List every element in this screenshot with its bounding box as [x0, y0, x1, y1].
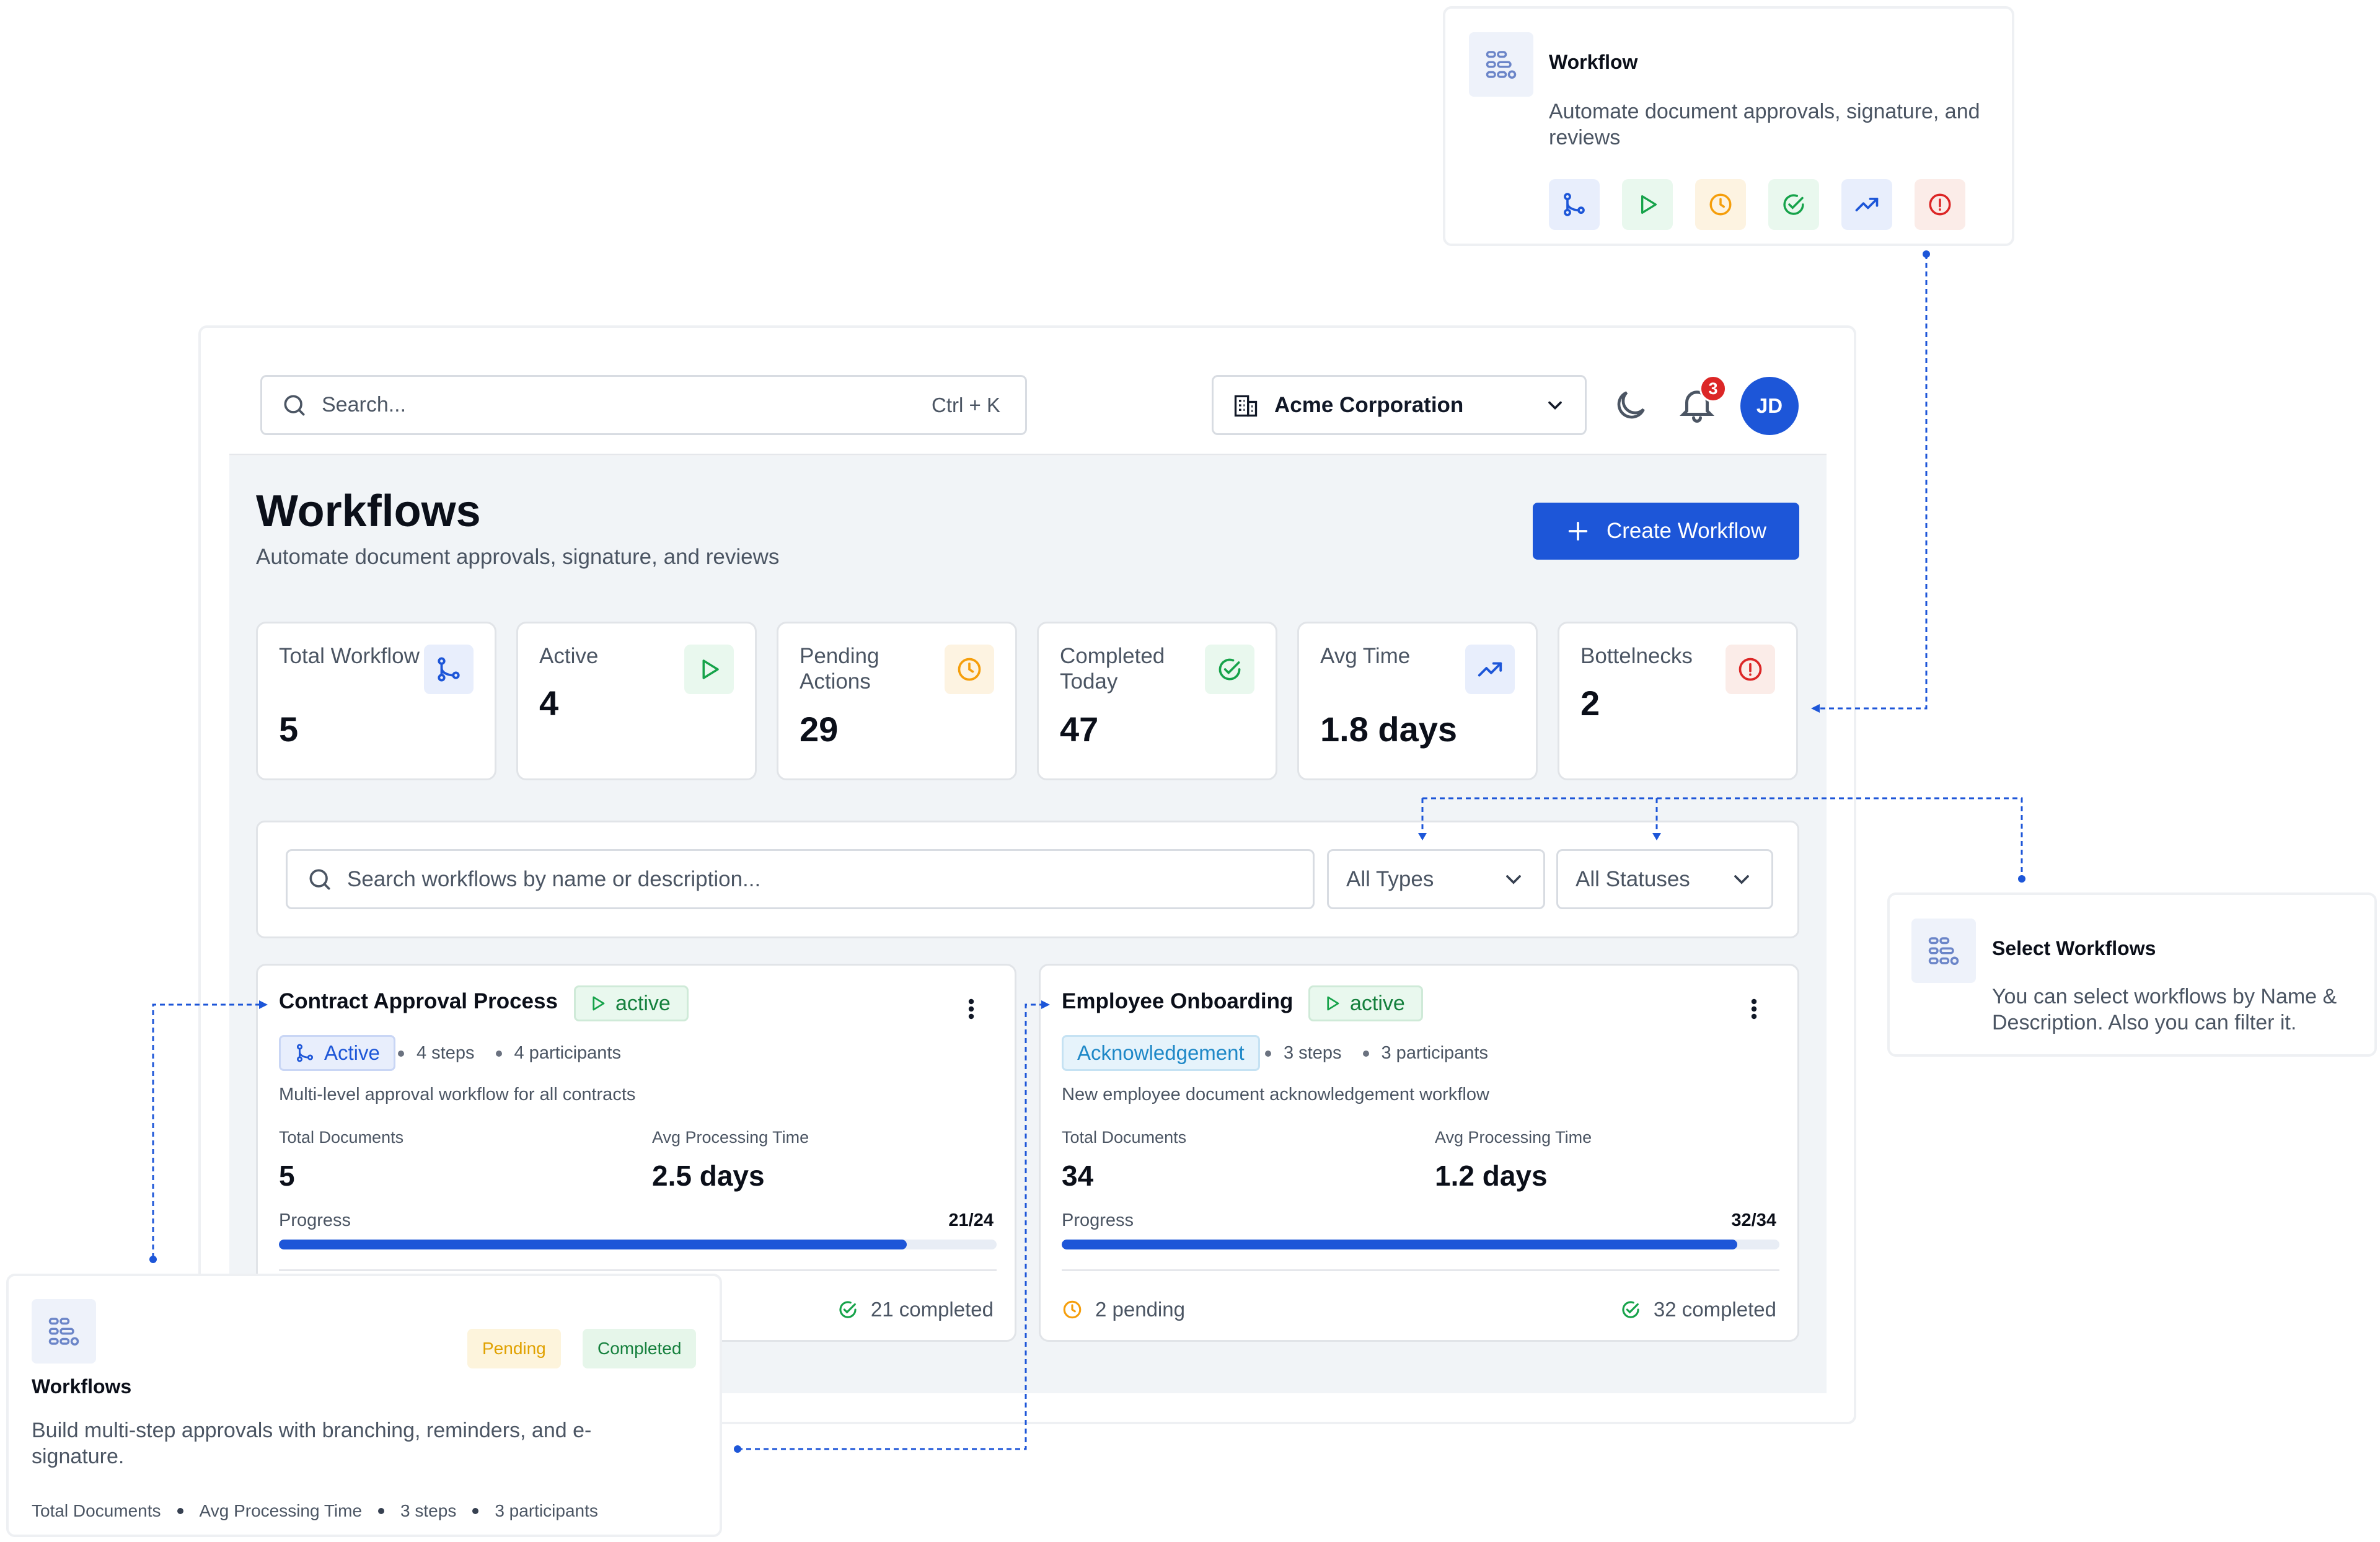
connector-arrowhead: [1652, 833, 1661, 840]
callout-text: Build multi-step approvals with branchin…: [32, 1419, 592, 1468]
connector-arrowhead: [1418, 833, 1427, 840]
connector-dot: [734, 1445, 741, 1453]
connector-card1-callout: [152, 1003, 260, 1258]
callout-text: Automate document approvals, signature, …: [1549, 100, 1980, 149]
connector-arrowhead: [1811, 704, 1820, 713]
callout-text: You can select workflows by Name & Descr…: [1992, 985, 2337, 1034]
connector-dot: [2018, 875, 2025, 883]
meta-item: 3 participants: [495, 1501, 598, 1520]
select-workflows-callout: Select Workflows You can select workflow…: [1887, 892, 2377, 1057]
workflows-info-callout: Pending Completed Workflows Build multi-…: [6, 1274, 722, 1537]
callout-title: Workflow: [1549, 51, 1638, 73]
trending-up-icon: [1841, 179, 1892, 230]
connector-arrowhead: [1041, 1000, 1050, 1009]
workflow-thumb-icon: [1469, 32, 1533, 97]
clock-icon: [1695, 179, 1746, 230]
connector-dot: [1923, 250, 1930, 258]
workflow-thumb-icon: [1911, 919, 1976, 983]
pending-chip: Pending: [467, 1329, 561, 1368]
git-branch-icon: [1549, 179, 1600, 230]
callout-title: Workflows: [32, 1375, 132, 1398]
connector-card2-callout: [738, 1003, 1042, 1450]
callout-title: Select Workflows: [1992, 937, 2156, 959]
connector-workflow-callout: [1819, 254, 1928, 710]
check-circle-icon: [1768, 179, 1819, 230]
meta-item: Avg Processing Time: [199, 1501, 363, 1520]
callout-meta: Total Documents Avg Processing Time 3 st…: [32, 1501, 598, 1521]
connector-arrowhead: [259, 1000, 268, 1009]
connector-dot: [149, 1256, 157, 1263]
completed-chip: Completed: [583, 1329, 697, 1368]
meta-item: Total Documents: [32, 1501, 161, 1520]
workflow-thumb-icon: [32, 1299, 96, 1364]
play-icon: [1622, 179, 1673, 230]
meta-item: 3 steps: [400, 1501, 457, 1520]
connector-filter-callout: [1422, 797, 2023, 877]
workflow-info-callout: Workflow Automate document approvals, si…: [1443, 6, 2014, 246]
alert-circle-icon: [1915, 179, 1965, 230]
